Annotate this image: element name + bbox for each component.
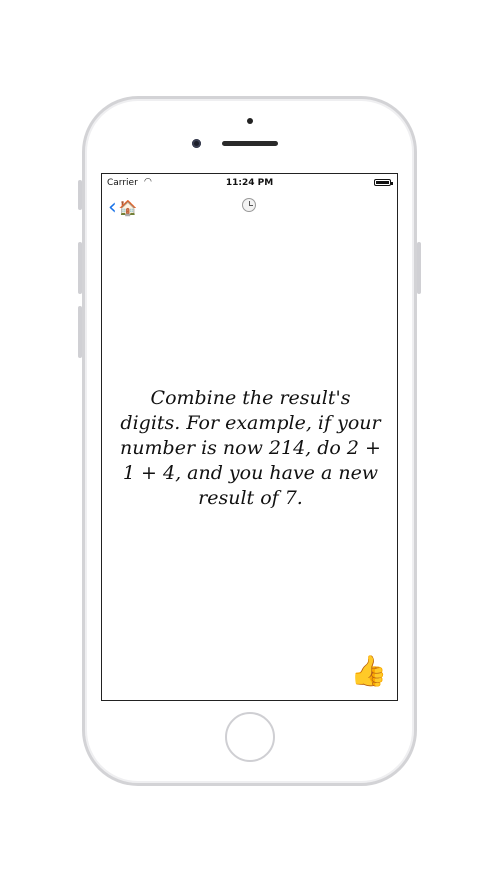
- instruction-text: Combine the result's digits. For example…: [120, 387, 381, 509]
- home-icon: 🏠: [118, 199, 138, 217]
- clock-icon: [242, 198, 256, 212]
- back-home-button[interactable]: ‹ 🏠: [108, 197, 138, 219]
- earpiece-speaker: [222, 141, 278, 146]
- status-time: 11:24 PM: [225, 178, 274, 188]
- power-button: [417, 242, 421, 294]
- device-screen: Carrier ◠ 11:24 PM ‹ 🏠 Combine the resul…: [101, 173, 398, 701]
- status-bar: Carrier ◠ 11:24 PM: [102, 177, 397, 191]
- front-camera: [192, 139, 201, 148]
- home-button[interactable]: [225, 712, 275, 762]
- navigation-bar: ‹ 🏠: [102, 194, 397, 222]
- chevron-left-icon: ‹: [108, 195, 117, 220]
- battery-icon: [374, 179, 393, 186]
- thumbs-up-button[interactable]: 👍: [350, 656, 387, 688]
- proximity-sensor: [247, 118, 253, 124]
